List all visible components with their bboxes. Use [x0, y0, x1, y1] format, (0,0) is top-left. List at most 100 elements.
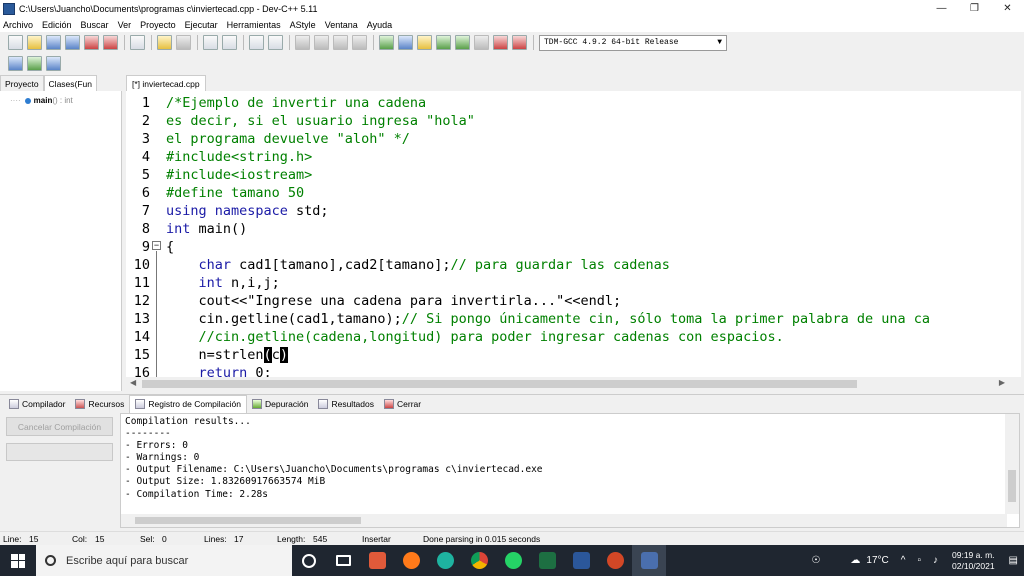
remove-from-project-icon[interactable]	[333, 35, 348, 50]
excel-icon[interactable]	[530, 545, 564, 576]
print-icon[interactable]	[130, 35, 145, 50]
tab-registro-compilacion[interactable]: Registro de Compilación	[129, 394, 247, 413]
code-editor[interactable]: 1 2 3 4 5 6 7 8 9 10 11 12 13 14 15 16 −…	[126, 91, 1021, 377]
menu-ayuda[interactable]: Ayuda	[367, 20, 392, 30]
menu-edicion[interactable]: Edición	[42, 20, 72, 30]
close-all-icon[interactable]	[103, 35, 118, 50]
toggle-bookmark-icon[interactable]	[27, 55, 42, 71]
scroll-thumb[interactable]	[142, 380, 857, 388]
clock-time: 09:19 a. m.	[952, 549, 995, 560]
devcpp-taskbar-icon[interactable]	[632, 545, 666, 576]
start-button[interactable]	[0, 545, 36, 576]
whatsapp-icon[interactable]	[496, 545, 530, 576]
replace-icon[interactable]	[222, 35, 237, 50]
source-code[interactable]: /*Ejemplo de invertir una cadena es decir…	[166, 94, 930, 377]
window-title: C:\Users\Juancho\Documents\programas c\i…	[19, 3, 318, 14]
line-number-gutter: 1 2 3 4 5 6 7 8 9 10 11 12 13 14 15 16	[133, 95, 150, 377]
word-icon[interactable]	[564, 545, 598, 576]
status-lines-label: Lines:	[204, 534, 227, 544]
firefox-icon[interactable]	[394, 545, 428, 576]
goto-line-icon[interactable]	[249, 35, 264, 50]
close-file-icon[interactable]	[84, 35, 99, 50]
system-tray: ☉ ☁ 17°C ^ ▫ ♪ 09:19 a. m. 02/10/2021 ▤	[805, 545, 1024, 576]
file-tab[interactable]: [*] inviertecad.cpp	[126, 75, 206, 91]
profile-icon[interactable]	[493, 35, 508, 50]
chrome-icon[interactable]	[462, 545, 496, 576]
tab-resultados[interactable]: Resultados	[313, 395, 379, 413]
volume-icon[interactable]: ♪	[933, 555, 938, 566]
compile-log[interactable]: Compilation results... -------- - Errors: …	[120, 413, 1020, 528]
add-to-project-icon[interactable]	[314, 35, 329, 50]
undo-icon[interactable]	[157, 35, 172, 50]
bookmark-icon[interactable]	[268, 35, 283, 50]
windows-taskbar: Escribe aquí para buscar ☉ ☁ 17°C ^ ▫ ♪ …	[0, 545, 1024, 576]
tree-item-main[interactable]: ···· main () : int	[10, 96, 73, 105]
tab-depuracion[interactable]: Depuración	[247, 395, 313, 413]
task-view-icon[interactable]	[326, 545, 360, 576]
status-line-label: Line:	[3, 534, 22, 544]
fold-toggle-icon[interactable]: −	[152, 241, 161, 250]
insert-icon[interactable]	[8, 55, 23, 71]
delete-profile-icon[interactable]	[512, 35, 527, 50]
goto-bookmark-icon[interactable]	[46, 55, 61, 71]
people-icon[interactable]: ☉	[811, 555, 820, 566]
cancel-compilation-button[interactable]: Cancelar Compilación	[6, 417, 113, 436]
new-file-icon[interactable]	[8, 35, 23, 50]
menu-astyle[interactable]: AStyle	[290, 20, 316, 30]
open-file-icon[interactable]	[27, 35, 42, 50]
network-icon[interactable]: ▫	[917, 555, 921, 566]
save-icon[interactable]	[46, 35, 61, 50]
check-syntax-icon[interactable]	[455, 35, 470, 50]
save-all-icon[interactable]	[65, 35, 80, 50]
tab-proyecto[interactable]: Proyecto	[0, 75, 44, 91]
stop-icon[interactable]	[474, 35, 489, 50]
menu-proyecto[interactable]: Proyecto	[140, 20, 176, 30]
status-lines: 17	[234, 534, 244, 544]
weather-icon[interactable]: ☁	[850, 555, 860, 566]
log-vertical-scrollbar[interactable]	[1005, 414, 1019, 514]
temperature[interactable]: 17°C	[866, 555, 888, 566]
edge-icon[interactable]	[428, 545, 462, 576]
tab-clases[interactable]: Clases(Fun	[43, 75, 98, 91]
notifications-icon[interactable]: ▤	[1009, 555, 1018, 566]
status-sel: 0	[162, 534, 167, 544]
project-options-icon[interactable]	[352, 35, 367, 50]
menu-bar: Archivo Edición Buscar Ver Proyecto Ejec…	[0, 17, 1024, 32]
secondary-toolbar	[0, 53, 1024, 73]
menu-ver[interactable]: Ver	[118, 20, 132, 30]
menu-ventana[interactable]: Ventana	[325, 20, 358, 30]
windows-logo-icon	[11, 553, 25, 568]
clock[interactable]: 09:19 a. m. 02/10/2021	[952, 550, 995, 572]
compile-icon[interactable]	[379, 35, 394, 50]
taskbar-search[interactable]: Escribe aquí para buscar	[36, 545, 292, 576]
run-icon[interactable]	[398, 35, 413, 50]
new-project-icon[interactable]	[295, 35, 310, 50]
store-app-icon[interactable]	[360, 545, 394, 576]
compile-run-icon[interactable]	[417, 35, 432, 50]
menu-archivo[interactable]: Archivo	[3, 20, 33, 30]
tab-compilador[interactable]: Compilador	[4, 395, 70, 413]
menu-ejecutar[interactable]: Ejecutar	[185, 20, 218, 30]
redo-icon[interactable]	[176, 35, 191, 50]
tray-chevron-icon[interactable]: ^	[901, 555, 906, 566]
tab-recursos[interactable]: Recursos	[70, 395, 129, 413]
tab-cerrar[interactable]: Cerrar	[379, 395, 426, 413]
menu-buscar[interactable]: Buscar	[81, 20, 109, 30]
find-icon[interactable]	[203, 35, 218, 50]
rebuild-icon[interactable]	[436, 35, 451, 50]
log-horizontal-scrollbar[interactable]	[121, 514, 1007, 527]
powerpoint-icon[interactable]	[598, 545, 632, 576]
editor-horizontal-scrollbar[interactable]: ◀ ▶	[126, 377, 1021, 391]
menu-herramientas[interactable]: Herramientas	[227, 20, 281, 30]
compile-log-text: Compilation results... -------- - Errors: …	[125, 416, 543, 500]
minimize-button[interactable]: —	[925, 0, 958, 17]
compiler-select[interactable]: TDM-GCC 4.9.2 64-bit Release ▼	[539, 34, 727, 51]
close-button[interactable]: ✕	[991, 0, 1024, 17]
maximize-button[interactable]: ❐	[958, 0, 991, 17]
status-mode: Insertar	[362, 534, 391, 544]
scroll-left-icon[interactable]: ◀	[130, 378, 136, 387]
class-browser: ···· main () : int	[0, 91, 122, 391]
cortana-icon[interactable]	[292, 545, 326, 576]
scroll-right-icon[interactable]: ▶	[999, 378, 1005, 387]
debug-icon	[251, 398, 262, 409]
